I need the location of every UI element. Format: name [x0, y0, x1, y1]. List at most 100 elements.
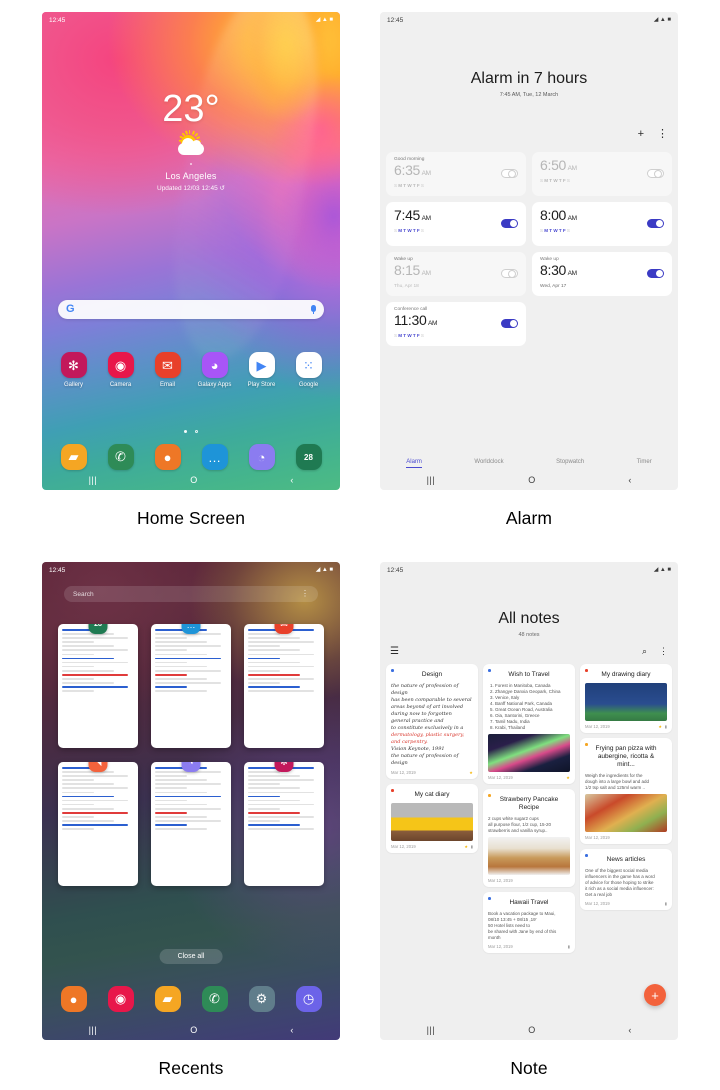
hamburger-menu-icon[interactable]: ☰	[390, 646, 399, 657]
alarm-card[interactable]: Wake up 8:30 AM Wed, Apr 17	[532, 252, 672, 296]
nav-back-icon[interactable]: ‹	[628, 475, 631, 485]
dock-my-files-icon[interactable]: ▰	[154, 986, 181, 1012]
alarm-toggle[interactable]	[647, 169, 664, 178]
wifi-icon: ◢	[315, 17, 321, 23]
mini-content-line	[248, 665, 315, 668]
add-note-fab[interactable]: +	[644, 984, 666, 1006]
note-card[interactable]: Strawberry Pancake Recipe 2 cups white su…	[483, 789, 575, 887]
nav-home-icon[interactable]: O	[528, 1025, 535, 1035]
nav-back-icon[interactable]: ‹	[290, 475, 293, 485]
tab-timer[interactable]: Timer	[637, 459, 652, 468]
task-preview	[244, 624, 324, 748]
more-options-button[interactable]: ⋮	[301, 590, 309, 598]
recents-search-bar[interactable]: Search ⋮	[64, 586, 318, 602]
note-footer: Mar 12, 2019	[488, 878, 570, 883]
note-card[interactable]: Design the nature of profession of design…	[386, 664, 478, 779]
nav-back-icon[interactable]: ‹	[628, 1025, 631, 1035]
device-note: 12:45 ◢ ▲ ■ All notes 48 notes ☰ ⌕ ⋮ Des…	[380, 562, 678, 1040]
note-card[interactable]: Hawaii Travel Book a vacation package to …	[483, 892, 575, 953]
alarm-toggle[interactable]	[501, 219, 518, 228]
note-card[interactable]: Wish to Travel 1. Forest in Manitoba, Can…	[483, 664, 575, 784]
alarm-card[interactable]: 6:50 AM SMTWTFS	[532, 152, 672, 196]
more-options-button[interactable]: ⋮	[657, 129, 668, 140]
dock-contacts-icon[interactable]: ●	[60, 986, 87, 1012]
mini-content-line	[62, 637, 129, 639]
mini-content-line	[248, 657, 281, 660]
dock-messages-icon[interactable]: …	[201, 444, 228, 470]
alarm-card[interactable]: 7:45 AM SMTWTFS	[386, 202, 526, 246]
dock-calendar-icon[interactable]: 28	[295, 444, 322, 470]
nav-recents-icon[interactable]: |||	[427, 1025, 436, 1035]
note-footer: Mar 12, 2019 ★	[391, 770, 473, 775]
note-footer: Mar 12, 2019	[585, 835, 667, 840]
dock-my-files-icon[interactable]: ▰	[60, 444, 87, 470]
alarm-list: Good morning 6:35 AM SMTWTFS 6:50 AM SMTWTFS 7:…	[386, 152, 672, 346]
mini-content-line	[62, 816, 95, 818]
app-gallery[interactable]: ✻ Gallery	[53, 352, 95, 388]
alarm-days: SMTWTFS	[394, 228, 426, 233]
alarm-card[interactable]: Wake up 8:15 AM Thu, Apr 18	[386, 252, 526, 296]
note-body: 1. Forest in Manitoba, Canada 2. Zhangye …	[488, 683, 570, 731]
nav-recents-icon[interactable]: |||	[89, 475, 98, 485]
app-email[interactable]: ✉ Email	[147, 352, 189, 388]
nav-back-icon[interactable]: ‹	[290, 1025, 293, 1035]
alarm-toggle[interactable]	[501, 269, 518, 278]
note-card[interactable]: Frying pan pizza with aubergine, ricotta…	[580, 738, 672, 844]
alarm-toggle[interactable]	[501, 319, 518, 328]
close-all-button[interactable]: Close all	[159, 949, 223, 964]
dock-contacts-icon[interactable]: ●	[154, 444, 181, 470]
alarm-card[interactable]: 8:00 AM SMTWTFS	[532, 202, 672, 246]
tab-alarm[interactable]: Alarm	[406, 459, 422, 468]
note-card[interactable]: News articles One of the biggest social m…	[580, 849, 672, 910]
recent-task-card[interactable]: ◥	[58, 762, 138, 886]
mic-icon[interactable]	[311, 305, 316, 314]
nav-recents-icon[interactable]: |||	[427, 475, 436, 485]
app-camera[interactable]: ◉ Camera	[100, 352, 142, 388]
recent-task-card[interactable]: ✻	[244, 762, 324, 886]
tab-worldclock[interactable]: Worldclock	[474, 459, 503, 468]
dock-camera-icon[interactable]: ◉	[107, 986, 134, 1012]
dock-clock-icon[interactable]: ◷	[295, 986, 322, 1012]
page-dot-active[interactable]	[184, 430, 187, 433]
alarm-toggle[interactable]	[647, 269, 664, 278]
lock-icon: ▮	[664, 901, 667, 906]
alarm-subheading: 7:45 AM, Tue, 12 March	[499, 92, 559, 98]
app-google[interactable]: ⁙ Google	[288, 352, 330, 388]
mini-content-line	[155, 779, 207, 781]
add-alarm-button[interactable]: +	[638, 129, 644, 140]
alarm-card[interactable]: Conference call 11:30 AM SMTWTFS	[386, 302, 526, 346]
search-icon[interactable]: ⌕	[642, 646, 647, 657]
mini-content-line	[62, 803, 95, 806]
mini-content-line	[62, 674, 129, 676]
mini-content-line	[248, 816, 315, 818]
recent-task-card[interactable]: 28	[58, 624, 138, 748]
app-galaxy-apps[interactable]: ◕ Galaxy Apps	[194, 352, 236, 388]
nav-home-icon[interactable]: O	[190, 1025, 197, 1035]
note-card[interactable]: My drawing diary Mar 12, 2019 ★ ▮	[580, 664, 672, 733]
recent-task-card[interactable]: ◔	[151, 762, 231, 886]
weather-widget[interactable]: 23° ⚬ Los Angeles Updated 12/03 12:45 ↺	[42, 90, 340, 192]
page-dot[interactable]	[195, 430, 198, 433]
alarm-toggle[interactable]	[647, 219, 664, 228]
alarm-ampm: AM	[421, 270, 431, 277]
recent-task-card[interactable]: …	[151, 624, 231, 748]
recent-task-card[interactable]: ✉	[244, 624, 324, 748]
more-options-button[interactable]: ⋮	[659, 646, 668, 657]
note-card[interactable]: My cat diary Mar 12, 2019 ★ ▮	[386, 784, 478, 853]
dock-phone-icon[interactable]: ✆	[107, 444, 134, 470]
dock-settings-icon[interactable]: ⚙	[248, 986, 275, 1012]
tab-stopwatch[interactable]: Stopwatch	[556, 459, 584, 468]
mini-content-line	[62, 828, 95, 830]
app-play-store[interactable]: ▶ Play Store	[241, 352, 283, 388]
nav-home-icon[interactable]: O	[528, 475, 535, 485]
dock-phone-icon[interactable]: ✆	[201, 986, 228, 1012]
nav-recents-icon[interactable]: |||	[89, 1025, 98, 1035]
google-search-bar[interactable]: G	[58, 300, 324, 319]
mini-content-line	[155, 678, 207, 680]
dock-internet-icon[interactable]: ◔	[248, 444, 275, 470]
weather-temperature: 23°	[162, 88, 220, 130]
nav-home-icon[interactable]: O	[190, 475, 197, 485]
mini-content-line	[248, 661, 300, 664]
alarm-toggle[interactable]	[501, 169, 518, 178]
alarm-card[interactable]: Good morning 6:35 AM SMTWTFS	[386, 152, 526, 196]
